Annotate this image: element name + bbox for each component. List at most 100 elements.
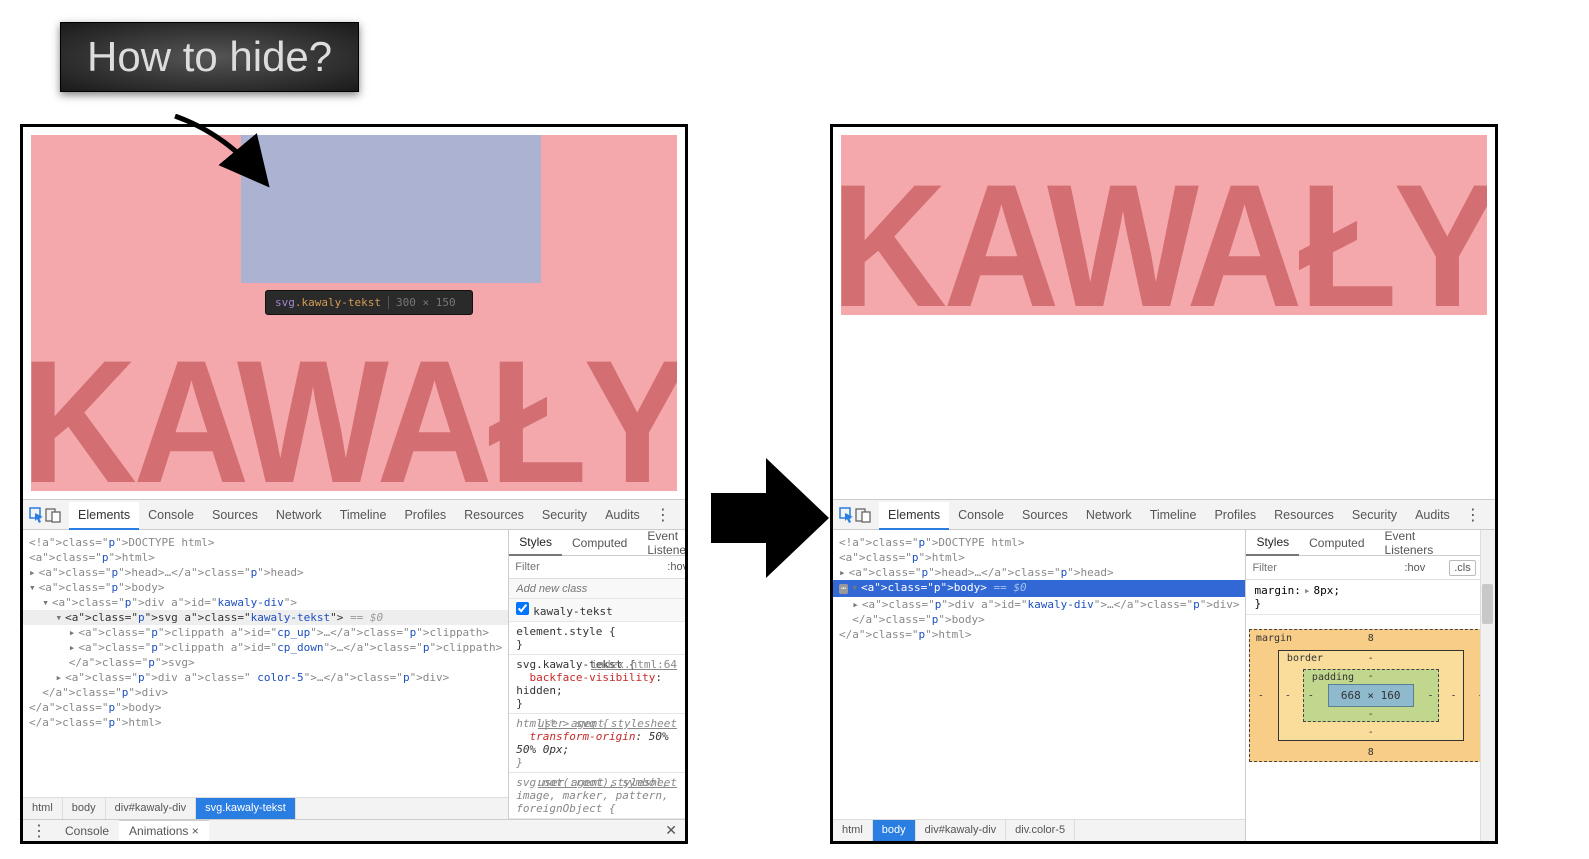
dom-row[interactable]: <a">class="p">head>…</a">class="p">head> — [23, 565, 508, 580]
crumb[interactable]: html — [833, 820, 873, 841]
tooltip-class: .kawaly-tekst — [295, 296, 381, 309]
device-icon[interactable] — [855, 504, 871, 526]
tab-computed[interactable]: Computed — [562, 531, 637, 555]
tab-resources[interactable]: Resources — [455, 502, 533, 528]
drawer-close-icon[interactable]: ✕ — [657, 822, 685, 839]
tab-profiles[interactable]: Profiles — [1205, 502, 1265, 528]
box-model: margin 8 - - 8 border - - - - padding — [1246, 615, 1495, 841]
dom-row[interactable]: <a">class="p">div a">id="kawaly-div">…</… — [833, 597, 1245, 612]
scrollbar-thumb[interactable] — [1482, 584, 1493, 624]
dom-row[interactable]: <a">class="p">clippath a">id="cp_up">…</… — [23, 625, 508, 640]
crumb[interactable]: div.color-5 — [1006, 820, 1075, 841]
dom-row[interactable]: </a">class="p">svg> — [23, 655, 508, 670]
dom-row[interactable]: <!a">class="p">DOCTYPE html> — [23, 535, 508, 550]
tab-network[interactable]: Network — [1077, 502, 1141, 528]
crumb[interactable]: svg.kawaly-tekst — [196, 798, 296, 819]
styles-pane: Styles Computed Event Listeners » :hov .… — [509, 530, 685, 819]
dom-row[interactable]: <a">class="p">clippath a">id="cp_down">…… — [23, 640, 508, 655]
inspect-icon[interactable] — [29, 504, 45, 526]
crumb[interactable]: div#kawaly-div — [916, 820, 1007, 841]
tab-styles[interactable]: Styles — [509, 530, 562, 556]
drawer: ⋮ Console Animations × ✕ — [23, 819, 685, 841]
dom-row[interactable]: <a">class="p">div a">class=" color-5">…<… — [23, 670, 508, 685]
breadcrumb[interactable]: htmlbodydiv#kawaly-divdiv.color-5 — [833, 819, 1245, 841]
close-icon[interactable]: ✕ — [677, 506, 688, 524]
tooltip-tag: svg — [275, 296, 295, 309]
kebab-icon[interactable]: ⋮ — [1459, 505, 1487, 525]
devtools: ElementsConsoleSourcesNetworkTimelinePro… — [23, 499, 685, 841]
filter-bar: :hov .cls + — [509, 556, 685, 579]
dom-row[interactable]: <a">class="p">body> — [23, 580, 508, 595]
devtools: ElementsConsoleSourcesNetworkTimelinePro… — [833, 499, 1495, 841]
banner-pink: KAWAŁY — [841, 135, 1487, 315]
drawer-tab-animations[interactable]: Animations × — [119, 820, 209, 841]
crumb[interactable]: body — [873, 820, 916, 841]
inspect-highlight — [241, 135, 541, 283]
dom-row[interactable]: <a">class="p">html> — [833, 550, 1245, 565]
dom-row[interactable]: <a">class="p">head>…</a">class="p">head> — [833, 565, 1245, 580]
styles-pane: Styles Computed Event Listeners » :hov .… — [1246, 530, 1495, 841]
tab-profiles[interactable]: Profiles — [395, 502, 455, 528]
hov-toggle[interactable]: :hov — [663, 560, 688, 574]
source-link[interactable]: index.html:64 — [591, 658, 677, 671]
dom-row[interactable]: </a">class="p">div> — [23, 685, 508, 700]
devtools-tabs: ElementsConsoleSourcesNetworkTimelinePro… — [23, 500, 685, 530]
tab-sources[interactable]: Sources — [203, 502, 267, 528]
tab-elements[interactable]: Elements — [879, 502, 949, 530]
dom-row[interactable]: </a">class="p">html> — [23, 715, 508, 730]
tab-sources[interactable]: Sources — [1013, 502, 1077, 528]
hov-toggle[interactable]: :hov — [1400, 561, 1429, 575]
tab-elements[interactable]: Elements — [69, 502, 139, 530]
cls-toggle[interactable]: .cls — [1449, 560, 1476, 576]
rule-ua1[interactable]: user agent stylesheet html|* > svg { tra… — [509, 714, 685, 773]
tab-styles[interactable]: Styles — [1246, 530, 1299, 556]
add-class-input[interactable] — [516, 583, 678, 595]
tab-network[interactable]: Network — [267, 502, 331, 528]
filter-input[interactable] — [515, 561, 657, 573]
rule-element-style[interactable]: element.style { } — [509, 622, 685, 655]
drawer-tab-console[interactable]: Console — [55, 821, 119, 841]
tab-security[interactable]: Security — [533, 502, 596, 528]
callout-text: How to hide? — [87, 33, 332, 80]
dom-row[interactable]: </a">class="p">body> — [833, 612, 1245, 627]
breadcrumb[interactable]: htmlbodydiv#kawaly-divsvg.kawaly-tekst — [23, 797, 508, 819]
class-checkbox-row[interactable]: kawaly-tekst — [509, 599, 685, 622]
dom-tree[interactable]: <!a">class="p">DOCTYPE html><a">class="p… — [833, 530, 1245, 819]
tab-resources[interactable]: Resources — [1265, 502, 1343, 528]
rule-ua2[interactable]: user agent stylesheet svg:not(:root), sy… — [509, 773, 685, 819]
dom-row[interactable]: <a">class="p">html> — [23, 550, 508, 565]
banner-pink: KAWAŁY svg.kawaly-tekst 300 × 150 — [31, 135, 677, 491]
rule-svg[interactable]: index.html:64 svg.kawaly-tekst { backfac… — [509, 655, 685, 714]
device-icon[interactable] — [45, 504, 61, 526]
tab-computed[interactable]: Computed — [1299, 531, 1374, 555]
scrollbar[interactable] — [1480, 530, 1495, 841]
dom-row[interactable]: <a">class="p">div a">id="kawaly-div"> — [23, 595, 508, 610]
dom-row[interactable]: <a">class="p">svg a">class="kawaly-tekst… — [23, 610, 508, 625]
dom-row[interactable]: <a">class="p">body> == $0 — [833, 580, 1245, 597]
dom-tree[interactable]: <!a">class="p">DOCTYPE html><a">class="p… — [23, 530, 508, 797]
drawer-menu-icon[interactable]: ⋮ — [23, 821, 55, 841]
crumb[interactable]: div#kawaly-div — [106, 798, 197, 819]
crumb[interactable]: body — [63, 798, 106, 819]
class-checkbox-label: kawaly-tekst — [533, 605, 612, 618]
tab-console[interactable]: Console — [139, 502, 203, 528]
dom-row[interactable]: <!a">class="p">DOCTYPE html> — [833, 535, 1245, 550]
tab-console[interactable]: Console — [949, 502, 1013, 528]
browser-viewport: KAWAŁY — [833, 127, 1495, 499]
tooltip-dims: 300 × 150 — [388, 296, 463, 309]
tab-timeline[interactable]: Timeline — [331, 502, 396, 528]
dom-row[interactable]: </a">class="p">html> — [833, 627, 1245, 642]
margin-rule[interactable]: margin:8px;} — [1246, 580, 1495, 615]
diamond-icon[interactable] — [1436, 564, 1443, 571]
inspect-tooltip: svg.kawaly-tekst 300 × 150 — [265, 290, 473, 315]
devtools-window-right: KAWAŁY ElementsConsoleSourcesNetworkTime… — [830, 124, 1498, 844]
crumb[interactable]: html — [23, 798, 63, 819]
inspect-icon[interactable] — [839, 504, 855, 526]
callout-how-to-hide: How to hide? — [60, 22, 359, 92]
close-icon[interactable]: ✕ — [1487, 506, 1498, 524]
tab-timeline[interactable]: Timeline — [1141, 502, 1206, 528]
dom-row[interactable]: </a">class="p">body> — [23, 700, 508, 715]
kebab-icon[interactable]: ⋮ — [649, 505, 677, 525]
class-checkbox[interactable] — [516, 602, 529, 615]
filter-input[interactable] — [1252, 562, 1394, 574]
